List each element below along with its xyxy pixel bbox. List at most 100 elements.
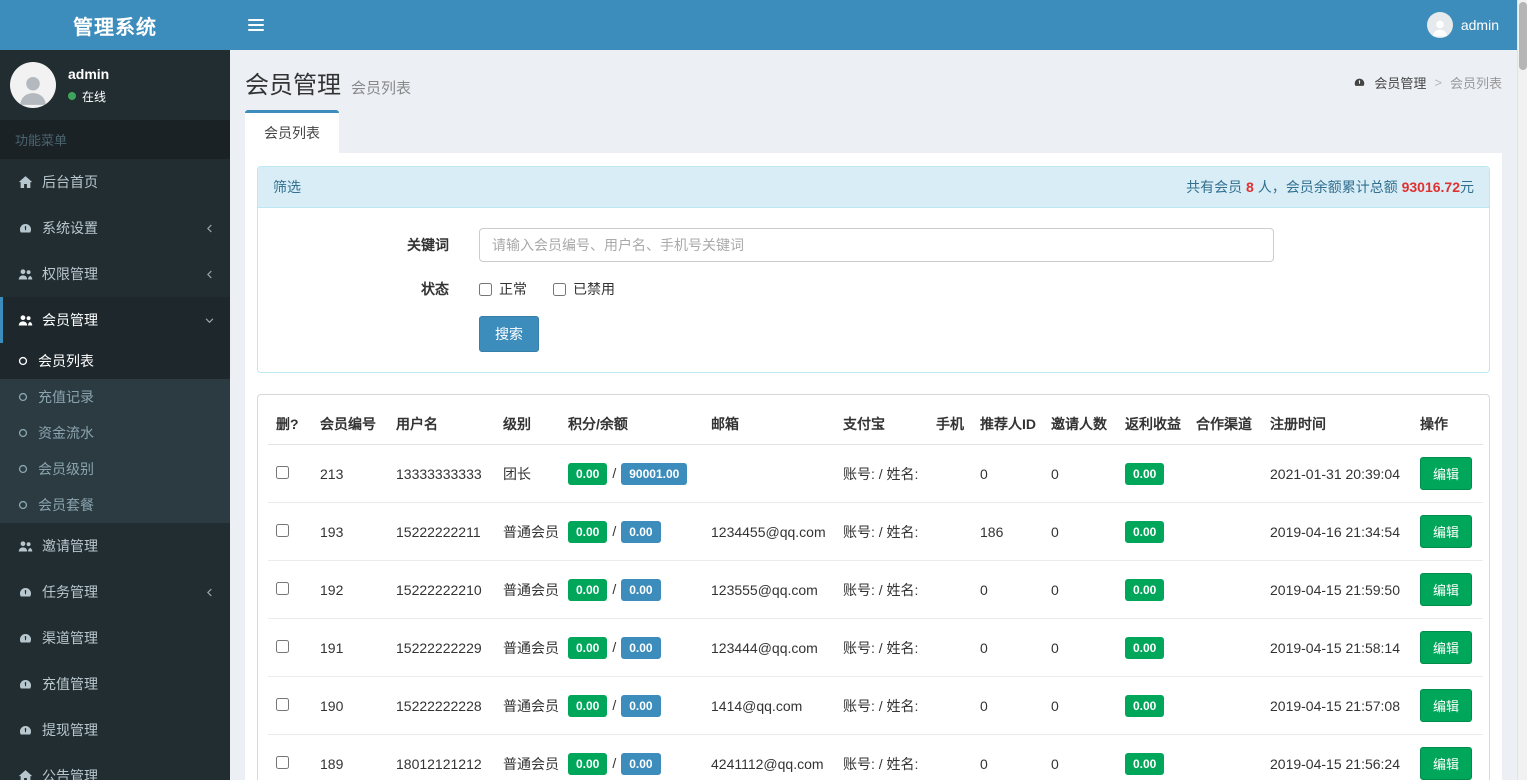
brand-logo[interactable]: 管理系统 [0,0,230,50]
sidebar-item[interactable]: 后台首页 [0,159,230,205]
row-delete-checkbox[interactable] [276,581,289,595]
phone-cell [928,502,972,561]
invite-count-cell: 0 [1043,676,1117,735]
edit-button[interactable]: 编辑 [1420,573,1473,606]
page-subtitle: 会员列表 [351,80,412,97]
level-cell: 普通会员 [495,676,560,735]
edit-button[interactable]: 编辑 [1420,689,1473,722]
channel-cell [1188,676,1262,735]
navbar-user-menu[interactable]: admin [1409,0,1517,50]
home-icon [18,175,33,188]
sidebar-subitem[interactable]: 资金流水 [0,415,230,451]
points-balance-cell: 0.00/0.00 [560,618,703,677]
invite-count-cell: 0 [1043,560,1117,619]
alipay-cell: 账号: / 姓名: [835,676,928,735]
col-points-balance: 积分/余额 [560,404,703,445]
sidebar-item[interactable]: 邀请管理 [0,523,230,569]
register-time-cell: 2019-04-16 21:34:54 [1262,502,1412,561]
rebate-cell: 0.00 [1117,502,1188,561]
sidebar-section-header: 功能菜单 [0,120,230,159]
row-delete-checkbox[interactable] [276,697,289,711]
sidebar-item[interactable]: 公告管理 [0,753,230,780]
navbar-username: admin [1460,17,1499,33]
online-status-icon [68,92,76,100]
row-delete-checkbox[interactable] [276,755,289,769]
col-level: 级别 [495,404,560,445]
gauge-icon [19,725,32,734]
phone-cell [928,618,972,677]
rebate-badge: 0.00 [1125,578,1165,601]
sidebar-item[interactable]: 系统设置 [0,205,230,251]
sidebar-toggle-button[interactable] [230,0,282,50]
filter-panel-body: 关键词 状态 正常 [258,208,1489,372]
rebate-cell: 0.00 [1117,734,1188,780]
filter-panel: 筛选 共有会员 8 人，会员余额累计总额 93016.72元 关键词 请输入会员… [257,166,1490,373]
sidebar-item[interactable]: 权限管理 [0,251,230,297]
search-button[interactable]: 搜索 [479,316,539,352]
col-channel: 合作渠道 [1188,404,1262,445]
username-cell: 13333333333 [388,444,495,503]
channel-cell [1188,444,1262,503]
email-cell: 4241112@qq.com [703,734,835,780]
sidebar-subitem-label: 会员级别 [38,461,94,477]
admin-app: 管理系统 admin admin 在线 功能菜单 后台首页 系统设置 权限管理 … [0,0,1517,780]
edit-button[interactable]: 编辑 [1420,747,1473,780]
col-referrer-id: 推荐人ID [972,404,1043,445]
sidebar-item[interactable]: 充值管理 [0,661,230,707]
hamburger-icon [248,19,264,31]
member-stats: 共有会员 8 人，会员余额累计总额 93016.72元 [1186,179,1474,195]
member-id-cell: 191 [312,618,388,677]
level-cell: 团长 [495,444,560,503]
content-wrapper: 会员管理 会员列表 会员管理 > 会员列表 会员列表 筛选 共有会员 8 人，会… [230,50,1517,780]
status-option-normal[interactable]: 正常 [479,279,527,299]
col-phone: 手机 [928,404,972,445]
checkbox-disabled[interactable] [553,282,566,296]
sidebar-subitem-label: 资金流水 [38,425,94,441]
sidebar-item[interactable]: 提现管理 [0,707,230,753]
col-member-id: 会员编号 [312,404,388,445]
sidebar-username: admin [68,65,110,82]
sidebar-item-label: 任务管理 [42,584,98,600]
balance-badge: 0.00 [621,636,661,659]
points-balance-cell: 0.00/0.00 [560,560,703,619]
edit-button[interactable]: 编辑 [1420,457,1473,490]
sidebar-item[interactable]: 任务管理 [0,569,230,615]
keyword-input[interactable] [479,228,1274,262]
sidebar: admin 在线 功能菜单 后台首页 系统设置 权限管理 会员管理 会员列表 充值记录 资金… [0,50,230,780]
sidebar-submenu: 会员列表 充值记录资金流水会员级别会员套餐 [0,343,230,523]
sidebar-subitem[interactable]: 会员套餐 [0,487,230,523]
row-delete-checkbox[interactable] [276,523,289,537]
sidebar-item-label: 系统设置 [42,220,98,236]
sidebar-subitem[interactable]: 会员级别 [0,451,230,487]
points-badge: 0.00 [568,520,608,543]
rebate-cell: 0.00 [1117,618,1188,677]
gauge-icon [19,587,32,596]
breadcrumb-parent[interactable]: 会员管理 [1374,73,1426,92]
level-cell: 普通会员 [495,618,560,677]
sidebar-subitem[interactable]: 会员列表 [0,343,230,379]
sidebar-subitem[interactable]: 充值记录 [0,379,230,415]
rebate-cell: 0.00 [1117,676,1188,735]
col-email: 邮箱 [703,404,835,445]
row-delete-checkbox[interactable] [276,639,289,653]
edit-button[interactable]: 编辑 [1420,515,1473,548]
scrollbar-thumb[interactable] [1519,2,1527,70]
edit-button[interactable]: 编辑 [1420,631,1473,664]
phone-cell [928,676,972,735]
breadcrumb-separator: > [1434,75,1442,90]
person-icon [1432,20,1447,37]
channel-cell [1188,618,1262,677]
tab-member-list[interactable]: 会员列表 [245,110,339,153]
checkbox-normal[interactable] [479,282,492,296]
page-scrollbar[interactable] [1517,0,1527,780]
sidebar-item-label: 后台首页 [42,174,98,190]
rebate-badge: 0.00 [1125,694,1165,717]
chevron-left-icon [207,224,212,232]
referrer-id-cell: 0 [972,444,1043,503]
row-delete-checkbox[interactable] [276,465,289,479]
sidebar-item[interactable]: 会员管理 [0,297,230,343]
col-actions: 操作 [1412,404,1483,445]
status-option-disabled[interactable]: 已禁用 [553,279,615,299]
sidebar-item[interactable]: 渠道管理 [0,615,230,661]
rebate-badge: 0.00 [1125,752,1165,775]
